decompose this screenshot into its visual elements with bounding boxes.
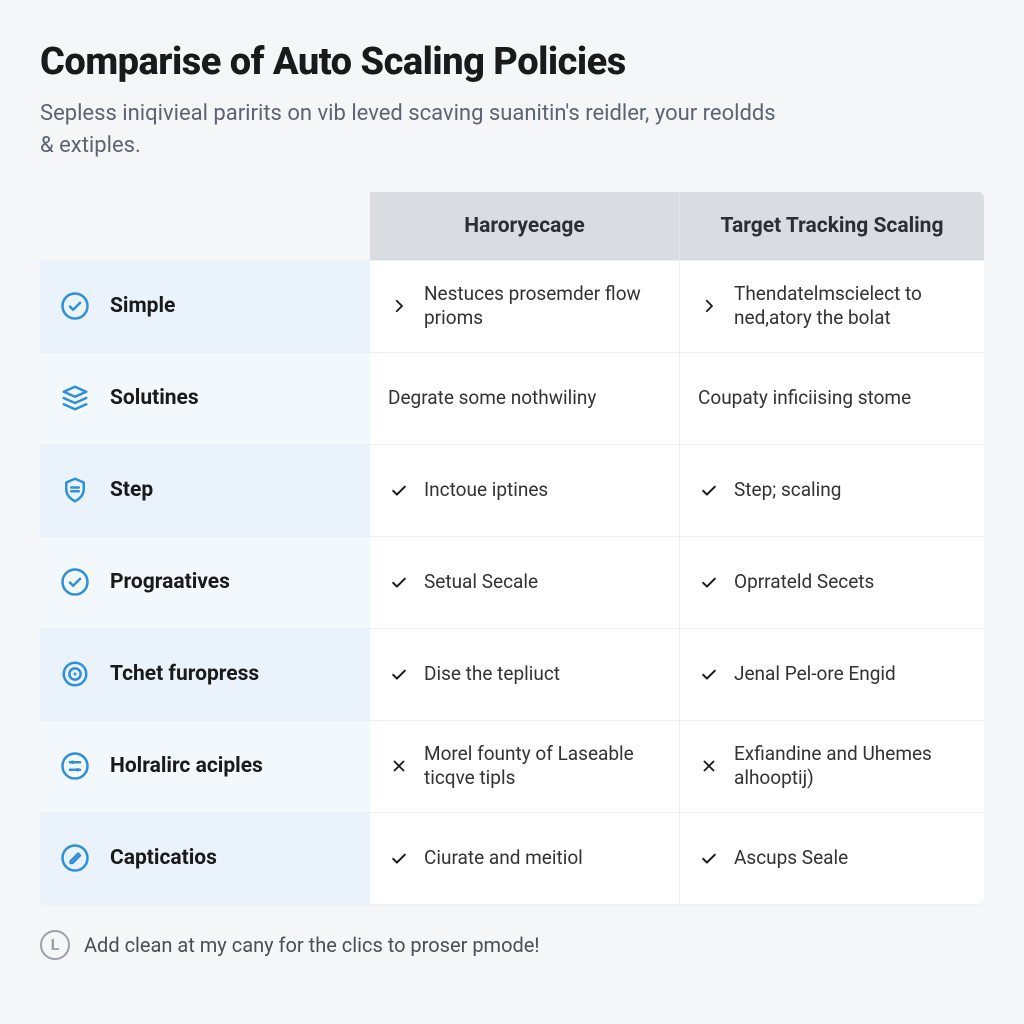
value-text: Step; scaling [734,478,841,503]
feature-cell: Holralirc aciples [40,721,370,812]
cross-icon [388,755,410,777]
check-circle-icon [58,289,92,323]
value-cell-b: Ascups Seale [680,813,984,904]
pencil-circle-icon [58,841,92,875]
value-cell-b: Coupaty inficiising stome [680,353,984,444]
page-title: Comparise of Auto Scaling Policies [40,40,984,84]
footer-note: L Add clean at my cany for the clics to … [40,930,984,960]
value-text: Oprrateld Secets [734,570,874,595]
value-text: Dise the tepliuct [424,662,560,687]
cross-icon [698,755,720,777]
value-cell-a: Dise the tepliuct [370,629,680,720]
stack-icon [58,381,92,415]
feature-cell: Tchet furopress [40,629,370,720]
feature-label: Solutines [110,386,199,410]
feature-cell: Prograatives [40,537,370,628]
value-text: Coupaty inficiising stome [698,386,911,411]
feature-cell: Solutines [40,353,370,444]
value-text: Inctoue iptines [424,478,548,503]
header-col-b: Target Tracking Scaling [680,192,984,260]
table-row: Tchet furopress Dise the tepliuct Jenal Pe… [40,628,984,720]
table-row: Holralirc aciples Morel founty of Laseabl… [40,720,984,812]
value-text: Morel founty of Laseable ticqve tipls [424,742,661,791]
feature-label: Step [110,478,153,502]
feature-label: Tchet furopress [110,662,259,686]
feature-cell: Capticatios [40,813,370,904]
check-icon [388,663,410,685]
value-cell-b: Thendatelmscielect to ned,atory the bola… [680,261,984,352]
check-circle-icon [58,565,92,599]
table-row: Simple Nestuces prosemder flow prioms Then… [40,260,984,352]
info-badge-icon: L [40,930,70,960]
feature-cell: Simple [40,261,370,352]
check-icon [698,571,720,593]
value-cell-a: Ciurate and meitiol [370,813,680,904]
value-cell-b: Exfiandine and Uhemes alhooptij) [680,721,984,812]
value-cell-a: Setual Secale [370,537,680,628]
check-icon [388,847,410,869]
feature-label: Simple [110,294,175,318]
chevron-right-icon [388,295,410,317]
value-text: Exfiandine and Uhemes alhooptij) [734,742,966,791]
value-cell-a: Nestuces prosemder flow prioms [370,261,680,352]
table-body: Simple Nestuces prosemder flow prioms Then… [40,260,984,904]
value-cell-a: Degrate some nothwiliny [370,353,680,444]
check-icon [698,479,720,501]
table-row: Capticatios Ciurate and meitiol Ascups Sea… [40,812,984,904]
check-icon [698,663,720,685]
chevron-right-icon [698,295,720,317]
table-row: Solutines Degrate some nothwiliny Coupaty … [40,352,984,444]
footer-text: Add clean at my cany for the clics to pr… [84,933,540,957]
comparison-table: Haroryecage Target Tracking Scaling Simp… [40,192,984,904]
feature-cell: Step [40,445,370,536]
check-icon [388,479,410,501]
value-cell-a: Morel founty of Laseable ticqve tipls [370,721,680,812]
value-text: Setual Secale [424,570,538,595]
feature-label: Prograatives [110,570,230,594]
check-icon [698,847,720,869]
header-col-a: Haroryecage [370,192,680,260]
check-icon [388,571,410,593]
value-cell-b: Step; scaling [680,445,984,536]
value-text: Degrate some nothwiliny [388,386,596,411]
value-cell-b: Jenal Pel-ore Engid [680,629,984,720]
target-icon [58,657,92,691]
table-header: Haroryecage Target Tracking Scaling [40,192,984,260]
shield-list-icon [58,473,92,507]
value-text: Ascups Seale [734,846,848,871]
value-cell-b: Oprrateld Secets [680,537,984,628]
value-text: Thendatelmscielect to ned,atory the bola… [734,282,966,331]
value-text: Ciurate and meitiol [424,846,583,871]
feature-label: Holralirc aciples [110,754,263,778]
value-cell-a: Inctoue iptines [370,445,680,536]
value-text: Nestuces prosemder flow prioms [424,282,661,331]
sliders-icon [58,749,92,783]
feature-label: Capticatios [110,846,217,870]
value-text: Jenal Pel-ore Engid [734,662,896,687]
table-row: Prograatives Setual Secale Oprrateld Secet… [40,536,984,628]
header-feature-col [40,192,370,260]
table-row: Step Inctoue iptines Step; scaling [40,444,984,536]
page-subtitle: Sepless iniqivieal paririts on vib leved… [40,98,780,162]
